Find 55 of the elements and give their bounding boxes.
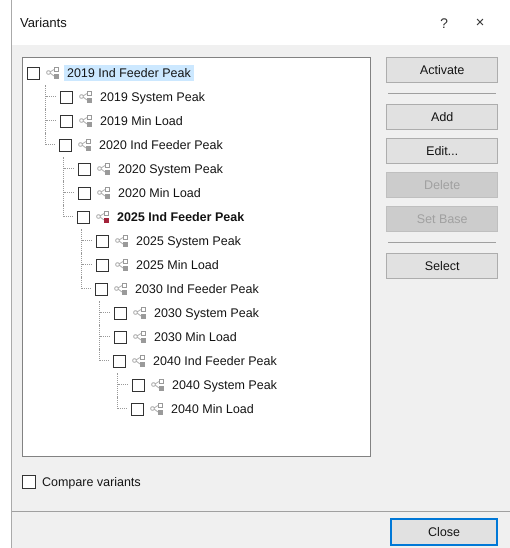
tree-item[interactable]: 2025 Min Load — [133, 257, 222, 273]
tree-item[interactable]: 2040 Ind Feeder Peak — [150, 353, 280, 369]
variant-icon — [97, 187, 111, 199]
tree-item[interactable]: 2019 Min Load — [97, 113, 186, 129]
variant-icon — [46, 67, 60, 79]
tree-item[interactable]: 2019 Ind Feeder Peak — [64, 65, 194, 81]
window-title: Variants — [20, 15, 68, 30]
variant-icon — [96, 211, 110, 223]
checkbox[interactable] — [132, 378, 145, 392]
tree-item[interactable]: 2040 System Peak — [169, 377, 280, 393]
variant-icon — [151, 379, 165, 391]
tree-item[interactable]: 2040 Min Load — [168, 401, 257, 417]
tree-item[interactable]: 2030 Min Load — [151, 329, 240, 345]
action-button[interactable]: Edit... — [386, 138, 498, 164]
variant-icon — [79, 115, 93, 127]
checkbox[interactable] — [78, 162, 91, 176]
checkbox[interactable] — [114, 330, 127, 344]
help-button[interactable]: ? — [426, 8, 462, 38]
checkbox[interactable] — [78, 186, 91, 200]
variant-icon — [150, 403, 164, 415]
checkbox[interactable] — [131, 402, 144, 416]
action-button[interactable]: Activate — [386, 57, 498, 83]
action-button[interactable]: Add — [386, 104, 498, 130]
variant-icon — [97, 163, 111, 175]
variant-icon — [115, 235, 129, 247]
variant-icon — [133, 331, 147, 343]
action-button[interactable]: Select — [386, 253, 498, 279]
checkbox[interactable] — [96, 258, 109, 272]
tree-item[interactable]: 2020 System Peak — [115, 161, 226, 177]
checkbox[interactable] — [27, 66, 40, 80]
variant-icon — [114, 283, 128, 295]
checkbox[interactable] — [60, 114, 73, 128]
tree-item[interactable]: 2030 Ind Feeder Peak — [132, 281, 262, 297]
variant-icon — [78, 139, 92, 151]
checkbox[interactable] — [22, 475, 36, 489]
tree-item[interactable]: 2019 System Peak — [97, 89, 208, 105]
checkbox[interactable] — [77, 210, 90, 224]
close-dialog-button[interactable]: Close — [390, 518, 498, 546]
checkbox[interactable] — [114, 306, 127, 320]
variant-icon — [79, 91, 93, 103]
tree-item[interactable]: 2030 System Peak — [151, 305, 262, 321]
close-button[interactable]: × — [462, 8, 498, 38]
checkbox-label[interactable]: Compare variants — [42, 475, 141, 489]
checkbox[interactable] — [59, 138, 72, 152]
variant-icon — [133, 307, 147, 319]
tree-item[interactable]: 2020 Min Load — [115, 185, 204, 201]
checkbox[interactable] — [96, 234, 109, 248]
checkbox[interactable] — [60, 90, 73, 104]
variant-icon — [132, 355, 146, 367]
variant-icon — [115, 259, 129, 271]
checkbox[interactable] — [95, 282, 108, 296]
tree-item[interactable]: 2025 System Peak — [133, 233, 244, 249]
checkbox[interactable] — [113, 354, 126, 368]
tree-item[interactable]: 2025 Ind Feeder Peak — [114, 209, 248, 225]
tree-item[interactable]: 2020 Ind Feeder Peak — [96, 137, 226, 153]
